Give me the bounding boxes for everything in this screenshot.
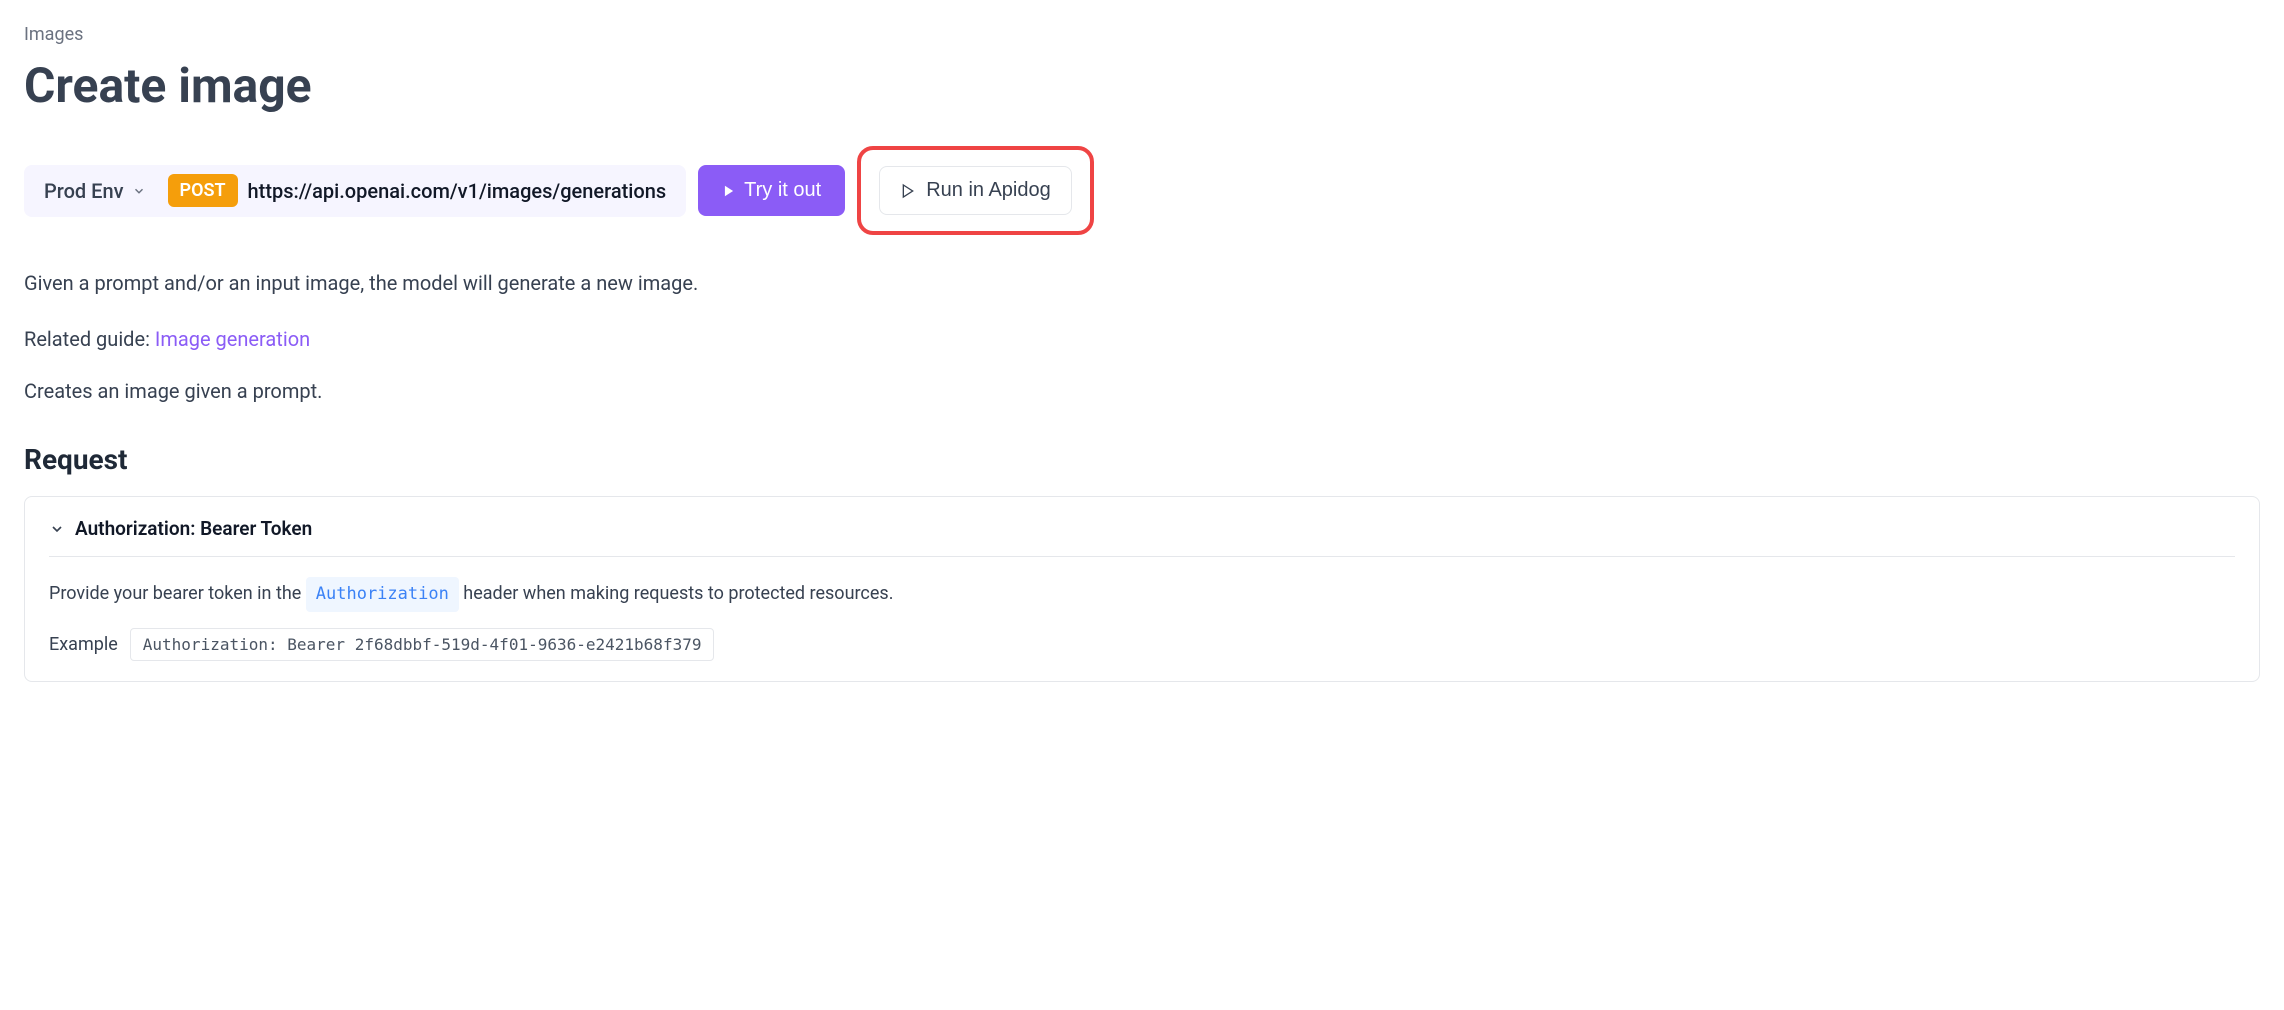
chevron-down-icon (132, 184, 146, 198)
auth-desc-suffix: header when making requests to protected… (463, 583, 893, 604)
auth-header-toggle[interactable]: Authorization: Bearer Token (49, 517, 2235, 557)
example-code: Authorization: Bearer 2f68dbbf-519d-4f01… (130, 628, 715, 661)
description-text: Given a prompt and/or an input image, th… (24, 267, 2260, 299)
highlight-annotation: Run in Apidog (857, 146, 1094, 235)
url-text: https://api.openai.com/v1/images/generat… (248, 179, 679, 203)
run-in-apidog-button[interactable]: Run in Apidog (879, 166, 1072, 215)
related-guide-prefix: Related guide: (24, 327, 155, 351)
env-selector[interactable]: Prod Env (32, 173, 158, 209)
method-badge: POST (168, 174, 238, 207)
request-heading: Request (24, 443, 2260, 476)
env-label: Prod Env (44, 179, 124, 203)
try-it-out-button[interactable]: Try it out (698, 165, 845, 216)
related-guide: Related guide: Image generation (24, 327, 2260, 351)
creates-text: Creates an image given a prompt. (24, 379, 2260, 403)
run-in-apidog-label: Run in Apidog (926, 179, 1051, 202)
related-guide-link[interactable]: Image generation (155, 327, 310, 351)
auth-desc-prefix: Provide your bearer token in the (49, 583, 306, 604)
play-icon (722, 184, 736, 198)
breadcrumb[interactable]: Images (24, 24, 2260, 45)
auth-title: Authorization: Bearer Token (75, 517, 312, 540)
request-card: Authorization: Bearer Token Provide your… (24, 496, 2260, 682)
example-label: Example (49, 634, 118, 655)
try-it-out-label: Try it out (744, 179, 821, 202)
auth-example-row: Example Authorization: Bearer 2f68dbbf-5… (49, 628, 2235, 661)
url-bar: Prod Env POST https://api.openai.com/v1/… (24, 165, 686, 217)
action-row: Prod Env POST https://api.openai.com/v1/… (24, 146, 2260, 235)
auth-description: Provide your bearer token in the Authori… (49, 577, 2235, 612)
page-title: Create image (24, 57, 2260, 114)
auth-header-code: Authorization (306, 577, 459, 612)
chevron-down-icon (49, 521, 65, 537)
play-outline-icon (900, 183, 916, 199)
